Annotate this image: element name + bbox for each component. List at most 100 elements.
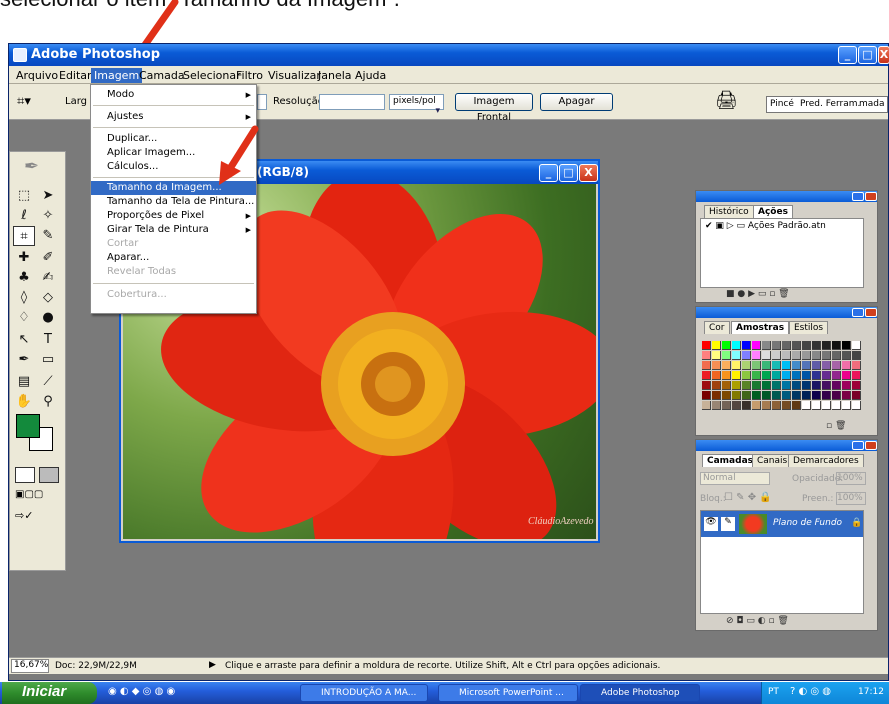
quick-launch-icons[interactable]: ◉ ◐ ◆ ◎ ◍ ◉ <box>108 686 228 700</box>
color-swatch[interactable] <box>802 371 811 380</box>
swatches-panel-close[interactable] <box>865 308 877 317</box>
palette-well-icon[interactable]: 🖨 <box>715 90 738 111</box>
color-swatch[interactable] <box>732 371 741 380</box>
blend-mode-select[interactable]: Normal <box>700 472 770 485</box>
color-swatch[interactable] <box>702 341 711 350</box>
color-swatch[interactable] <box>712 341 721 350</box>
magic-wand-icon[interactable]: ✧ <box>37 206 59 226</box>
color-swatch[interactable] <box>842 401 851 410</box>
color-swatch[interactable] <box>702 401 711 410</box>
zoom-field[interactable]: 16,67% <box>11 659 49 673</box>
color-swatch[interactable] <box>792 341 801 350</box>
color-swatch[interactable] <box>832 381 841 390</box>
color-swatch[interactable] <box>712 381 721 390</box>
color-swatch[interactable] <box>812 371 821 380</box>
color-swatch[interactable] <box>732 401 741 410</box>
color-swatch[interactable] <box>852 371 861 380</box>
menu-arquivo[interactable]: Arquivo <box>13 68 61 83</box>
color-swatch[interactable] <box>722 401 731 410</box>
color-swatch[interactable] <box>722 371 731 380</box>
doc-close-button[interactable]: X <box>579 164 598 182</box>
start-button[interactable]: Iniciar <box>2 682 97 704</box>
color-swatch[interactable] <box>742 351 751 360</box>
color-swatch[interactable] <box>772 371 781 380</box>
color-swatch[interactable] <box>742 391 751 400</box>
color-swatch[interactable] <box>822 381 831 390</box>
menu-item-tamanho-tela[interactable]: Tamanho da Tela de Pintura... <box>91 195 256 209</box>
color-swatch[interactable] <box>752 341 761 350</box>
color-swatch[interactable] <box>812 341 821 350</box>
color-swatch[interactable] <box>782 351 791 360</box>
color-swatch[interactable] <box>792 401 801 410</box>
color-swatch[interactable] <box>772 341 781 350</box>
color-swatch[interactable] <box>822 341 831 350</box>
color-swatch[interactable] <box>842 361 851 370</box>
color-swatch[interactable] <box>752 381 761 390</box>
color-swatch[interactable] <box>702 351 711 360</box>
color-swatch[interactable] <box>802 401 811 410</box>
color-swatch[interactable] <box>742 371 751 380</box>
color-swatch[interactable] <box>822 351 831 360</box>
menu-ajuda[interactable]: Ajuda <box>352 68 389 83</box>
brush-tool-icon[interactable]: ✐ <box>37 248 59 268</box>
color-swatch[interactable] <box>832 401 841 410</box>
eye-icon[interactable]: 👁 <box>704 517 718 531</box>
swatches-footer-icons[interactable]: ▫ 🗑 <box>826 421 846 435</box>
task-powerpoint[interactable]: Microsoft PowerPoint ... <box>438 684 578 702</box>
bucket-tool-icon[interactable]: ◇ <box>37 288 59 308</box>
color-swatch[interactable] <box>832 351 841 360</box>
color-swatch[interactable] <box>802 351 811 360</box>
crop-tool-icon[interactable]: ⌗ <box>13 226 35 246</box>
standard-mode-icon[interactable] <box>15 467 35 483</box>
layer-row-background[interactable]: 👁 ✎ Plano de Fundo 🔒 <box>701 511 863 537</box>
fill-field[interactable]: 100% <box>836 492 866 505</box>
resolution-field[interactable] <box>319 94 385 110</box>
crop-tool-icon[interactable]: ⌗▾ <box>17 94 31 109</box>
eraser-tool-icon[interactable]: ◊ <box>13 288 35 308</box>
opacity-field[interactable]: 100% <box>836 472 866 485</box>
history-brush-icon[interactable]: ✍ <box>37 268 59 288</box>
color-swatch[interactable] <box>732 361 741 370</box>
language-indicator[interactable]: PT <box>768 687 779 697</box>
color-swatch[interactable] <box>762 391 771 400</box>
color-swatch[interactable] <box>702 381 711 390</box>
color-swatch[interactable] <box>722 341 731 350</box>
color-swatch[interactable] <box>712 401 721 410</box>
color-swatch[interactable] <box>772 391 781 400</box>
layers-panel-close[interactable] <box>865 441 877 450</box>
color-swatch[interactable] <box>852 381 861 390</box>
color-swatch[interactable] <box>782 371 791 380</box>
color-swatch[interactable] <box>712 371 721 380</box>
color-swatch[interactable] <box>712 361 721 370</box>
color-swatch[interactable] <box>772 351 781 360</box>
color-swatch[interactable] <box>782 341 791 350</box>
status-arrow-icon[interactable]: ▶ <box>209 660 216 670</box>
maximize-button[interactable]: □ <box>858 46 877 64</box>
color-swatch[interactable] <box>712 391 721 400</box>
color-swatch[interactable] <box>812 401 821 410</box>
menu-item-girar-tela[interactable]: Girar Tela de Pintura ▶ <box>91 223 256 237</box>
color-swatch[interactable] <box>842 381 851 390</box>
color-swatch[interactable] <box>852 341 861 350</box>
color-swatch[interactable] <box>852 401 861 410</box>
actions-panel-close[interactable] <box>865 192 877 201</box>
tray-icons[interactable]: ? ◐ ◎ ◍ <box>790 686 831 697</box>
task-introducao[interactable]: INTRODUÇÃO A MA... <box>300 684 428 702</box>
color-swatch[interactable] <box>792 371 801 380</box>
unit-select[interactable]: pixels/pol ▾ <box>389 94 444 116</box>
tab-canais[interactable]: Canais <box>752 454 793 467</box>
color-swatch[interactable] <box>792 381 801 390</box>
front-image-button[interactable]: Imagem Frontal <box>455 93 533 123</box>
color-swatch[interactable] <box>752 391 761 400</box>
color-swatch[interactable] <box>852 391 861 400</box>
color-swatch[interactable] <box>782 401 791 410</box>
tab-tool-presets[interactable]: Pred. Ferram. <box>800 99 860 109</box>
color-swatch[interactable] <box>802 381 811 390</box>
color-swatch[interactable] <box>842 341 851 350</box>
blur-tool-icon[interactable]: ♢ <box>13 308 35 328</box>
layers-footer-icons[interactable]: ⊘ ◘ ▭ ◐ ▫ 🗑 <box>726 616 789 630</box>
tab-amostras[interactable]: Amostras <box>731 321 790 334</box>
color-swatch[interactable] <box>812 381 821 390</box>
color-swatch[interactable] <box>802 341 811 350</box>
color-swatch[interactable] <box>742 401 751 410</box>
